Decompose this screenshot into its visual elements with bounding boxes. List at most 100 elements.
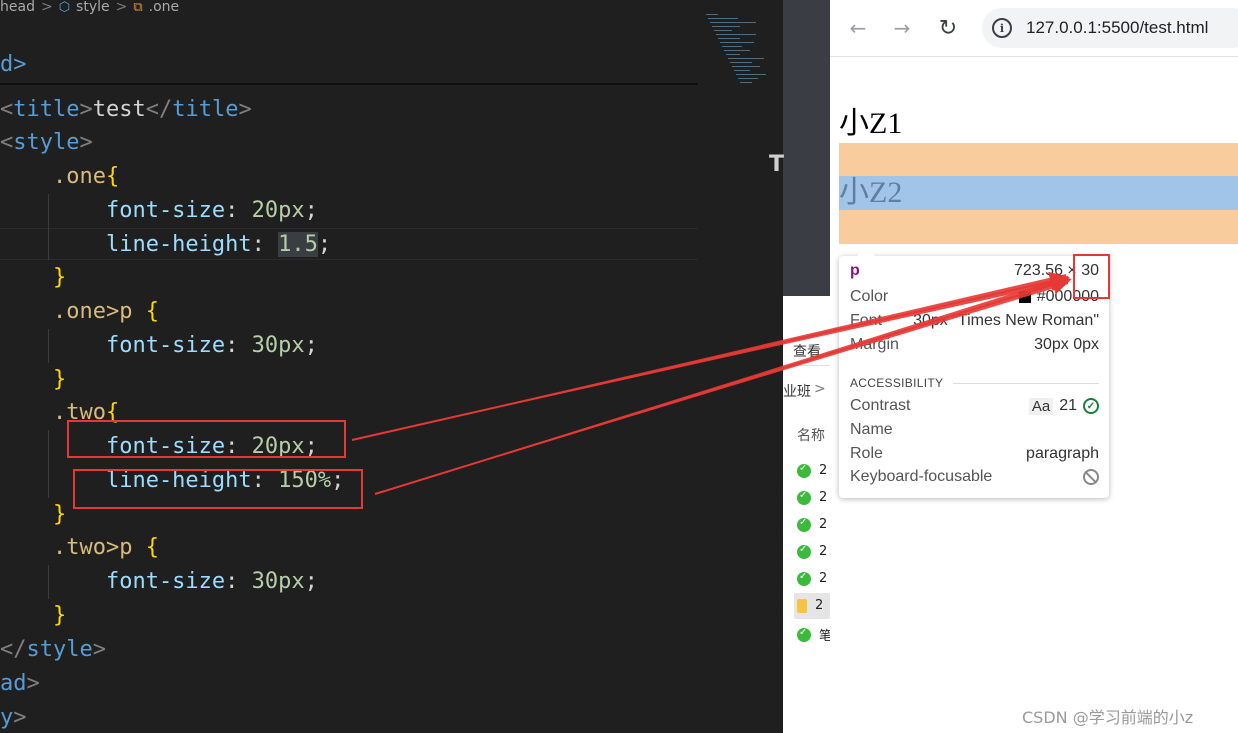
file-name: 2	[819, 463, 828, 478]
code-line[interactable]: .one{	[0, 160, 119, 194]
code-token: title	[172, 97, 239, 122]
annotation-box-line-height	[73, 469, 363, 509]
keyboard-focusable-label: Keyboard-focusable	[850, 468, 993, 485]
code-line[interactable]: .one>p {	[0, 295, 159, 329]
code-token: style	[13, 130, 80, 155]
contrast-sample: Aa	[1028, 397, 1054, 415]
code-token: 30px	[251, 569, 305, 594]
synced-file-icon	[797, 627, 811, 642]
code-line[interactable]: d>	[0, 48, 27, 82]
code-editor[interactable]: head > ⬡ style > ⧉ .one d> <title>test</t…	[0, 0, 783, 733]
code-token: }	[0, 502, 67, 527]
minimap[interactable]	[698, 0, 783, 733]
code-token: font-size	[0, 569, 226, 594]
code-token: 20px	[251, 198, 305, 223]
address-bar[interactable]: i 127.0.0.1:5500/test.html	[982, 8, 1238, 48]
code-token: .one>p	[0, 299, 146, 324]
code-token: ;	[304, 569, 318, 594]
minimap-line	[722, 46, 742, 47]
code-token: <	[0, 130, 14, 155]
role-value: paragraph	[1026, 445, 1099, 462]
code-token: style	[26, 637, 93, 662]
paragraph-two[interactable]: 小Z2	[839, 176, 902, 210]
code-token: :	[225, 333, 252, 358]
code-token: test	[92, 97, 146, 122]
folder-icon	[797, 598, 807, 613]
url-text[interactable]: 127.0.0.1:5500/test.html	[1026, 18, 1208, 38]
view-menu[interactable]: 查看	[793, 341, 821, 361]
breadcrumb-item-head[interactable]: head	[0, 0, 35, 15]
back-arrow-icon[interactable]: ←	[844, 14, 872, 42]
code-line[interactable]: font-size: 20px;	[0, 194, 318, 228]
code-line[interactable]: line-height: 1.5;	[0, 228, 331, 262]
code-token: font-size	[0, 198, 226, 223]
font-label: Font	[850, 312, 883, 329]
devtools-inspect-tooltip: p 723.56 × 30 Color #000000 Font 30px "T…	[839, 247, 1109, 498]
forward-arrow-icon[interactable]: →	[888, 14, 916, 42]
browser-window: ← → ↻ i 127.0.0.1:5500/test.html 小Z1 小Z2…	[830, 0, 1238, 733]
breadcrumb-item-style[interactable]: style	[76, 0, 110, 15]
code-line[interactable]: </style>	[0, 633, 106, 667]
minimap-line	[706, 14, 718, 15]
reload-icon[interactable]: ↻	[934, 14, 962, 42]
synced-file-icon	[797, 544, 811, 559]
file-row[interactable]: 2	[797, 463, 827, 478]
code-line[interactable]: }	[0, 498, 66, 532]
site-info-icon[interactable]: i	[992, 18, 1012, 38]
code-token: {	[105, 164, 120, 189]
code-line[interactable]: font-size: 30px;	[0, 329, 318, 363]
code-line[interactable]: }	[0, 363, 66, 397]
code-line[interactable]: .two>p {	[0, 531, 159, 565]
code-token: >	[92, 637, 106, 662]
minimap-line	[724, 50, 750, 51]
code-token: >	[238, 97, 252, 122]
synced-file-icon	[797, 571, 811, 586]
file-row[interactable]: 2	[797, 571, 827, 586]
file-name: 2	[819, 571, 828, 586]
name-column-header[interactable]: 名称	[797, 425, 825, 445]
minimap-line	[726, 54, 740, 55]
code-line[interactable]: }	[0, 599, 66, 633]
file-row[interactable]: 2	[797, 517, 827, 532]
name-label: Name	[850, 421, 893, 438]
code-token: .one	[0, 164, 106, 189]
code-token: title	[13, 97, 80, 122]
code-token: >	[13, 705, 27, 730]
color-label: Color	[850, 288, 889, 305]
code-token: :	[225, 198, 252, 223]
file-row[interactable]: 2	[797, 544, 827, 559]
code-token: }	[0, 603, 67, 628]
file-row[interactable]: 笔	[797, 625, 832, 644]
code-line[interactable]: font-size: 30px;	[0, 565, 318, 599]
file-explorer-panel	[783, 296, 830, 733]
code-token: {	[145, 535, 159, 560]
code-line[interactable]: <style>	[0, 126, 93, 160]
code-token: {	[145, 299, 159, 324]
margin-overlay-top	[839, 143, 1238, 176]
paragraph-one: 小Z1	[839, 107, 903, 140]
annotation-box-height	[1073, 254, 1110, 299]
code-token: </	[0, 637, 27, 662]
file-row[interactable]: 2	[797, 598, 823, 613]
margin-overlay-bottom	[839, 210, 1238, 244]
code-line[interactable]: ad>	[0, 667, 40, 701]
minimap-line	[734, 70, 750, 71]
synced-file-icon	[797, 463, 811, 478]
minimap-line	[714, 30, 732, 31]
code-line[interactable]: <title>test</title>	[0, 93, 252, 127]
role-label: Role	[850, 445, 883, 462]
background-dark-area	[783, 0, 830, 296]
cube-icon: ⬡	[58, 0, 71, 15]
file-name: 2	[819, 490, 828, 505]
code-line[interactable]: }	[0, 261, 66, 295]
folder-breadcrumb[interactable]: 业班	[783, 381, 811, 401]
file-row[interactable]: 2	[797, 490, 827, 505]
code-token: 30px	[251, 333, 305, 358]
code-token: :	[225, 569, 252, 594]
sticky-scroll-shadow	[0, 83, 698, 85]
code-line[interactable]: y>	[0, 701, 27, 733]
contrast-value: 21	[1059, 397, 1077, 414]
breadcrumb-item-selector[interactable]: .one	[149, 0, 180, 15]
contrast-label: Contrast	[850, 397, 911, 414]
file-name: 2	[819, 517, 828, 532]
